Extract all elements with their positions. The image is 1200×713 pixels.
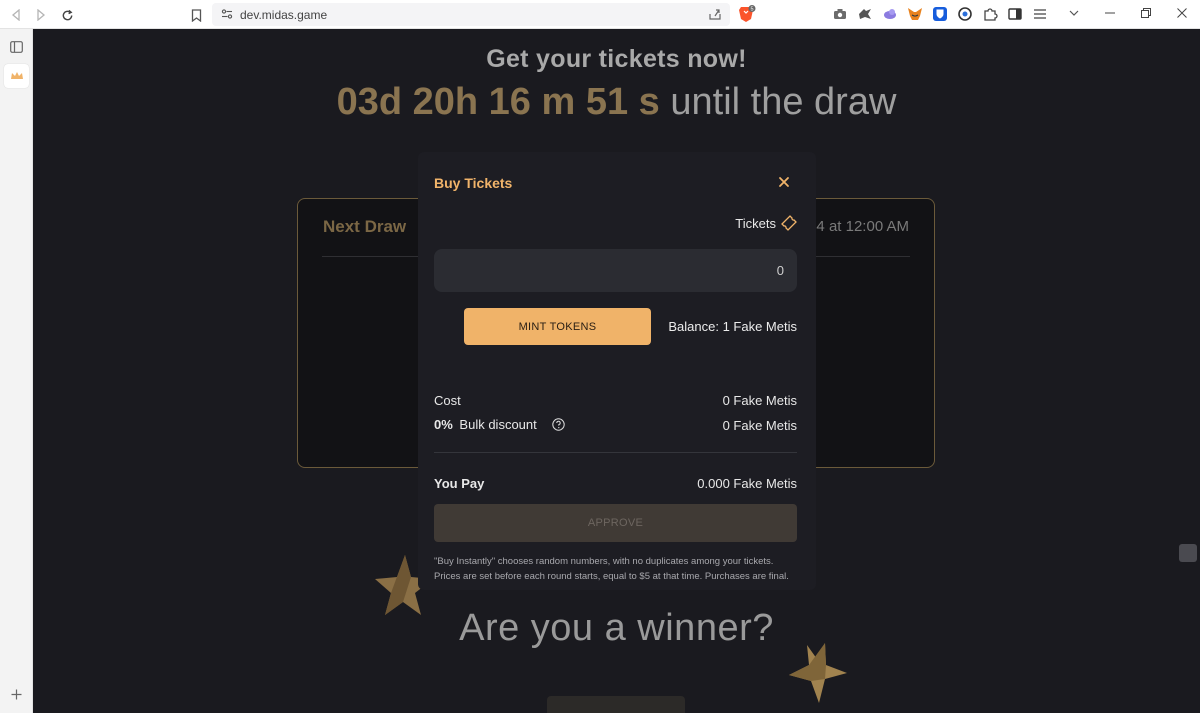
cost-value: 0 Fake Metis [722,393,797,408]
address-bar[interactable]: dev.midas.game [212,3,730,26]
star-icon [789,643,847,703]
countdown-hours: 20h [412,81,479,123]
restore-icon[interactable] [1135,3,1157,23]
mint-tokens-button[interactable]: MINT TOKENS [464,308,651,345]
close-icon[interactable] [777,175,791,189]
countdown: 03d 20h 16 m 51 s until the draw [33,81,1200,124]
divider [434,452,797,453]
forward-icon[interactable] [31,5,51,25]
discount-percent: 0% [434,417,453,432]
site-info-icon[interactable] [221,8,233,20]
sidebar-panel-icon[interactable] [6,37,26,57]
page-title: Get your tickets now! [486,45,747,73]
winner-heading: Are you a winner? [459,607,774,649]
modal-title: Buy Tickets [434,175,513,191]
floating-widget-icon[interactable] [1179,544,1197,562]
pay-label: You Pay [434,476,485,491]
extension-icon[interactable] [857,6,873,22]
tab-list-icon[interactable] [1063,3,1085,23]
discount-value: 0 Fake Metis [722,418,797,433]
brave-shield-icon[interactable]: 5 [738,5,756,23]
minimize-icon[interactable] [1099,3,1121,23]
pay-value: 0.000 Fake Metis [697,476,797,491]
next-draw-date: 24 at 12:00 AM [808,218,909,235]
buy-tickets-modal: Buy Tickets Tickets MINT TOKENS Balance:… [418,152,816,590]
extension-icon[interactable] [882,6,898,22]
tickets-label: Tickets [735,216,776,231]
balance-text: Balance: 1 Fake Metis [668,319,797,334]
metamask-icon[interactable] [907,6,923,22]
check-tickets-button[interactable] [547,696,685,713]
discount-label: Bulk discount [459,417,537,432]
back-icon[interactable] [6,5,26,25]
sidebar-add-icon[interactable] [6,684,26,704]
countdown-minutes: 16 m [488,81,576,123]
menu-icon[interactable] [1032,6,1048,22]
extension-icon[interactable] [957,6,973,22]
share-icon[interactable] [708,7,722,21]
next-draw-label: Next Draw [323,217,407,236]
ticket-icon [781,215,797,231]
disclaimer-text: "Buy Instantly" chooses random numbers, … [434,556,789,582]
crown-icon [10,72,23,79]
url-text[interactable]: dev.midas.game [240,8,327,22]
sidebar-toggle-icon[interactable] [1007,6,1023,22]
bitwarden-icon[interactable] [932,6,948,22]
help-icon[interactable] [552,418,565,431]
countdown-seconds: 51 s [585,81,660,123]
camera-icon[interactable] [832,6,848,22]
reload-icon[interactable] [57,5,77,25]
sidebar-item-midas[interactable] [4,64,29,88]
bookmark-icon[interactable] [186,5,206,25]
page-content: Get your tickets now! 03d 20h 16 m 51 s … [33,29,1200,713]
countdown-days: 03d [336,81,403,123]
ticket-quantity-input[interactable] [434,249,797,292]
browser-toolbar: dev.midas.game 5 [0,0,1200,29]
browser-sidebar [0,29,33,713]
countdown-suffix: until the draw [670,81,897,123]
discount-row: 0% Bulk discount [434,417,537,432]
cost-label: Cost [434,393,461,408]
shield-badge-count: 5 [750,7,753,13]
close-window-icon[interactable] [1171,3,1193,23]
puzzle-icon[interactable] [982,6,998,22]
approve-button[interactable]: APPROVE [434,504,797,542]
